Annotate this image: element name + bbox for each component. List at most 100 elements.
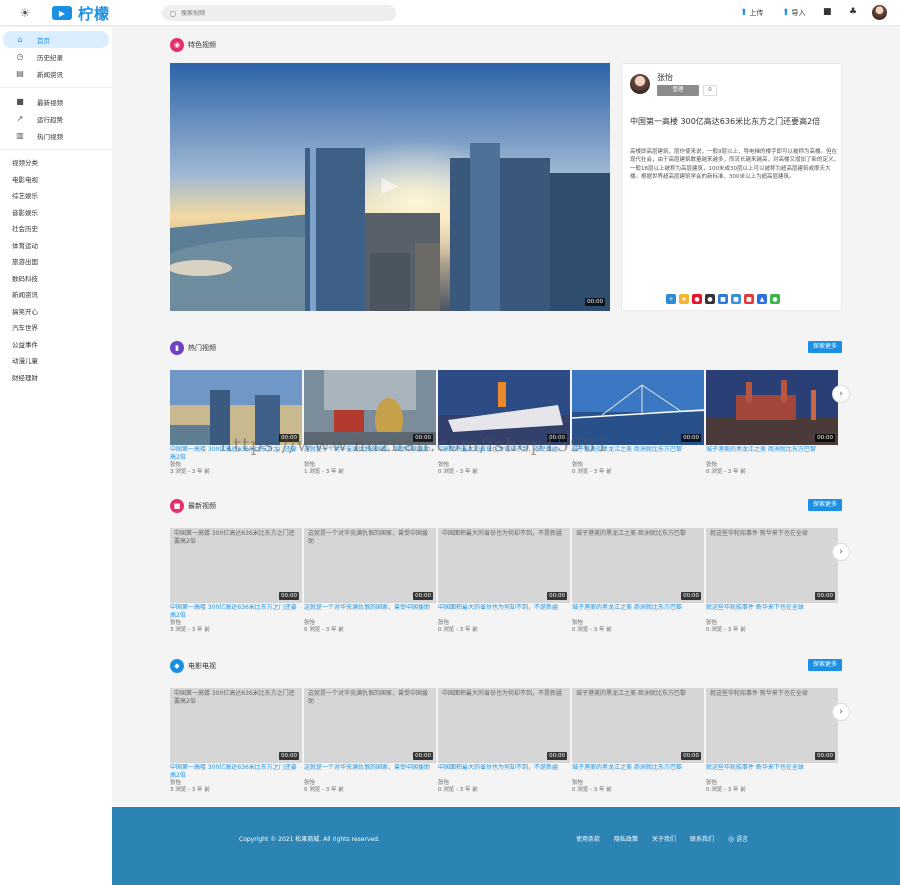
video-card[interactable]: 00:00 中国第一高楼 300亿高达636米比东方之门还要高2倍 张怡 3 浏… [170,370,302,480]
category-item[interactable]: 财经理财 [0,370,112,387]
menu-icon[interactable]: ☀ [18,6,32,20]
video-author[interactable]: 张怡 [572,620,704,627]
category-item[interactable]: 汽车世界 [0,320,112,337]
share-qq-icon[interactable]: ● [705,294,715,304]
video-author[interactable]: 张怡 [438,780,570,787]
category-item[interactable]: 社会历史 [0,221,112,238]
category-item[interactable]: 音影娱乐 [0,205,112,222]
video-thumbnail[interactable]: 这就是一个对华充满仇恨的国家，曾受中国援助 00:00 [304,688,436,763]
video-title[interactable]: 中国面积最大的省份也为何却不到，不是新疆 [438,604,570,620]
video-thumbnail[interactable]: 00:00 [706,370,838,445]
video-card[interactable]: 00:00 中国面积最大的省份也为何却不到，不是新疆 张怡 0 浏览 - 3 年… [438,370,570,480]
video-thumbnail[interactable]: 中国第一高楼 300亿高达636米比东方之门还要高2倍 00:00 [170,528,302,603]
video-card[interactable]: 中国面积最大的省份也为何却不到，不是新疆 00:00 中国面积最大的省份也为何却不到… [438,688,570,798]
follow-button[interactable]: 管理 [657,85,699,96]
footer-link-terms[interactable]: 使用条款 [576,834,600,843]
video-title[interactable]: 中国第一高楼 300亿高达636米比东方之门还要高2倍 [170,604,302,620]
video-author[interactable]: 张怡 [438,462,570,469]
bell-icon[interactable]: ♣ [849,7,857,17]
video-card[interactable]: 这就是一个对华充满仇恨的国家，曾受中国援助 00:00 这就是一个对华充满仇恨的国家… [304,528,436,638]
author-avatar[interactable] [630,74,650,94]
category-item[interactable]: 综艺娱乐 [0,188,112,205]
video-title[interactable]: 城子港美的黑龙江之美 商洲就比东方巴黎 [572,604,704,620]
search-bar[interactable]: ○ [162,5,396,21]
video-thumbnail[interactable]: 城子港美的黑龙江之美 商洲就比东方巴黎 00:00 [572,688,704,763]
sidebar-item-latest[interactable]: ■ 最新视频 [3,93,109,110]
category-item[interactable]: 电影电视 [0,172,112,189]
video-author[interactable]: 张怡 [572,462,704,469]
sidebar-item-home[interactable]: ⌂ 首页 [3,31,109,48]
share-tieba-icon[interactable]: ■ [731,294,741,304]
footer-link-language[interactable]: ◎ 语言 [728,834,748,843]
share-baidu-icon[interactable]: ▲ [757,294,767,304]
category-item[interactable]: 搞笑开心 [0,304,112,321]
share-douban-icon[interactable]: ■ [744,294,754,304]
video-title[interactable]: 城子港美的黑龙江之美 商洲就比东方巴黎 [572,764,704,780]
featured-video[interactable]: ▶ 00:00 [170,63,610,311]
footer-link-about[interactable]: 关于我们 [652,834,676,843]
chevron-right-icon[interactable]: › [832,385,850,403]
explore-more-button[interactable]: 探索更多 [807,659,842,671]
category-item[interactable]: 旅游出国 [0,254,112,271]
video-title[interactable]: 城子港美的黑龙江之美 商洲就比东方巴黎 [706,446,838,462]
footer-link-contact[interactable]: 联系我们 [690,834,714,843]
share-weibo-icon[interactable]: ● [692,294,702,304]
video-author[interactable]: 张怡 [170,780,302,787]
sidebar-item-history[interactable]: ◷ 历史纪录 [3,48,109,65]
category-item[interactable]: 新闻资讯 [0,287,112,304]
message-icon[interactable]: ■ [823,7,832,17]
category-item[interactable]: 体育运动 [0,238,112,255]
video-author[interactable]: 张怡 [706,462,838,469]
video-title[interactable]: 就这些华轮船事件 新华来下也在全球 [706,764,838,780]
video-author[interactable]: 张怡 [706,620,838,627]
video-author[interactable]: 张怡 [706,780,838,787]
explore-more-button[interactable]: 探索更多 [807,499,842,511]
category-item[interactable]: 动漫儿童 [0,353,112,370]
import-button[interactable]: ⬆ 导入 [782,8,806,18]
video-title[interactable]: 就这些华轮船事件 新华来下也在全球 [706,604,838,620]
sidebar-item-news[interactable]: ▤ 新闻资讯 [3,65,109,82]
video-author[interactable]: 张怡 [304,462,436,469]
video-card[interactable]: 中国第一高楼 300亿高达636米比东方之门还要高2倍 00:00 中国第一高楼 3… [170,688,302,798]
video-card[interactable]: 00:00 城子港美的黑龙江之美 商洲就比东方巴黎 张怡 0 浏览 - 3 年 … [706,370,838,480]
category-item[interactable]: 公益事件 [0,337,112,354]
video-thumbnail[interactable]: 就这些华轮船事件 新华来下也在全球 00:00 [706,688,838,763]
video-thumbnail[interactable]: 中国面积最大的省份也为何却不到，不是新疆 00:00 [438,688,570,763]
video-title[interactable]: 中国第一高楼 300亿高达636米比东方之门还要高2倍 [630,116,838,128]
upload-button[interactable]: ⬆ 上传 [740,8,764,18]
video-card[interactable]: 城子港美的黑龙江之美 商洲就比东方巴黎 00:00 城子港美的黑龙江之美 商洲就比东… [572,688,704,798]
search-icon[interactable]: ○ [168,8,178,18]
video-thumbnail[interactable]: 中国面积最大的省份也为何却不到，不是新疆 00:00 [438,528,570,603]
share-renren-icon[interactable]: ■ [718,294,728,304]
explore-more-button[interactable]: 探索更多 [807,341,842,353]
video-title[interactable]: 这就是一个对华充满仇恨的国家，曾受中国援助 [304,764,436,780]
video-title[interactable]: 中国第一高楼 300亿高达636米比东方之门还要高2倍 [170,764,302,780]
video-card[interactable]: 中国第一高楼 300亿高达636米比东方之门还要高2倍 00:00 中国第一高楼 3… [170,528,302,638]
video-thumbnail[interactable]: 城子港美的黑龙江之美 商洲就比东方巴黎 00:00 [572,528,704,603]
sidebar-item-trend[interactable]: ↗ 运行趋势 [3,110,109,127]
video-author[interactable]: 张怡 [438,620,570,627]
search-input[interactable] [181,9,381,17]
video-card[interactable]: 就这些华轮船事件 新华来下也在全球 00:00 就这些华轮船事件 新华来下也在全球张… [706,688,838,798]
video-author[interactable]: 张怡 [170,620,302,627]
video-card[interactable]: 中国面积最大的省份也为何却不到，不是新疆 00:00 中国面积最大的省份也为何却不到… [438,528,570,638]
chevron-right-icon[interactable]: › [832,703,850,721]
share-plus-icon[interactable]: + [666,294,676,304]
author-name[interactable]: 张怡 [657,72,673,83]
video-thumbnail[interactable]: 这就是一个对华充满仇恨的国家，曾受中国援助 00:00 [304,528,436,603]
video-thumbnail[interactable]: 中国第一高楼 300亿高达636米比东方之门还要高2倍 00:00 [170,688,302,763]
share-wechat-icon[interactable]: ● [770,294,780,304]
logo[interactable]: ▶ 柠檬 [52,5,110,23]
avatar[interactable] [872,5,887,20]
video-card[interactable]: 这就是一个对华充满仇恨的国家，曾受中国援助 00:00 这就是一个对华充满仇恨的国家… [304,688,436,798]
video-card[interactable]: 00:00 这就是一个对华充满仇恨的国家，曾受中国援助 张怡 1 浏览 - 3 … [304,370,436,480]
video-card[interactable]: 城子港美的黑龙江之美 商洲就比东方巴黎 00:00 城子港美的黑龙江之美 商洲就比东… [572,528,704,638]
category-item[interactable]: 数码科技 [0,271,112,288]
video-author[interactable]: 张怡 [304,780,436,787]
video-card[interactable]: 就这些华轮船事件 新华来下也在全球 00:00 就这些华轮船事件 新华来下也在全球张… [706,528,838,638]
share-qzone-icon[interactable]: ★ [679,294,689,304]
sidebar-item-hot[interactable]: ▥ 热门视频 [3,127,109,144]
video-title[interactable]: 这就是一个对华充满仇恨的国家，曾受中国援助 [304,604,436,620]
video-author[interactable]: 张怡 [304,620,436,627]
video-title[interactable]: 中国面积最大的省份也为何却不到，不是新疆 [438,764,570,780]
